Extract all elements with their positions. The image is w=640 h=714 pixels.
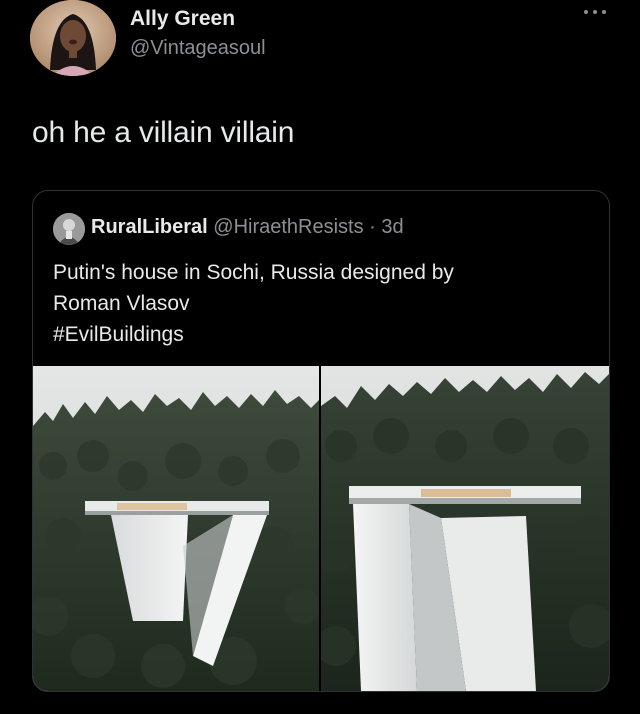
house-photo-right[interactable]	[321, 366, 609, 691]
author-avatar[interactable]	[30, 0, 116, 76]
dot	[602, 10, 606, 14]
quoted-author-name[interactable]: RuralLiberal	[91, 216, 208, 238]
quoted-text-line: Roman Vlasov	[53, 292, 190, 315]
author-name[interactable]: Ally Green	[130, 7, 235, 31]
dot	[593, 10, 597, 14]
quoted-time[interactable]: 3d	[381, 216, 403, 238]
tweet-text: oh he a villain villain	[32, 116, 295, 149]
quoted-tweet[interactable]: RuralLiberal @HiraethResists · 3d Putin'…	[32, 190, 610, 692]
quoted-header: RuralLiberal @HiraethResists · 3d	[91, 216, 404, 239]
quoted-text-line: Putin's house in Sochi, Russia designed …	[53, 261, 454, 284]
media-grid	[33, 366, 609, 691]
dot	[584, 10, 588, 14]
quoted-author-handle[interactable]: @HiraethResists	[213, 216, 363, 238]
author-handle[interactable]: @Vintageasoul	[130, 37, 266, 60]
quoted-separator: ·	[369, 216, 376, 238]
quoted-author-avatar[interactable]	[53, 213, 85, 245]
ellipsis-icon[interactable]	[584, 4, 606, 20]
quoted-text: Putin's house in Sochi, Russia designed …	[53, 257, 593, 350]
hashtag-link[interactable]: #EvilBuildings	[53, 319, 593, 350]
house-photo-left[interactable]	[33, 366, 319, 691]
